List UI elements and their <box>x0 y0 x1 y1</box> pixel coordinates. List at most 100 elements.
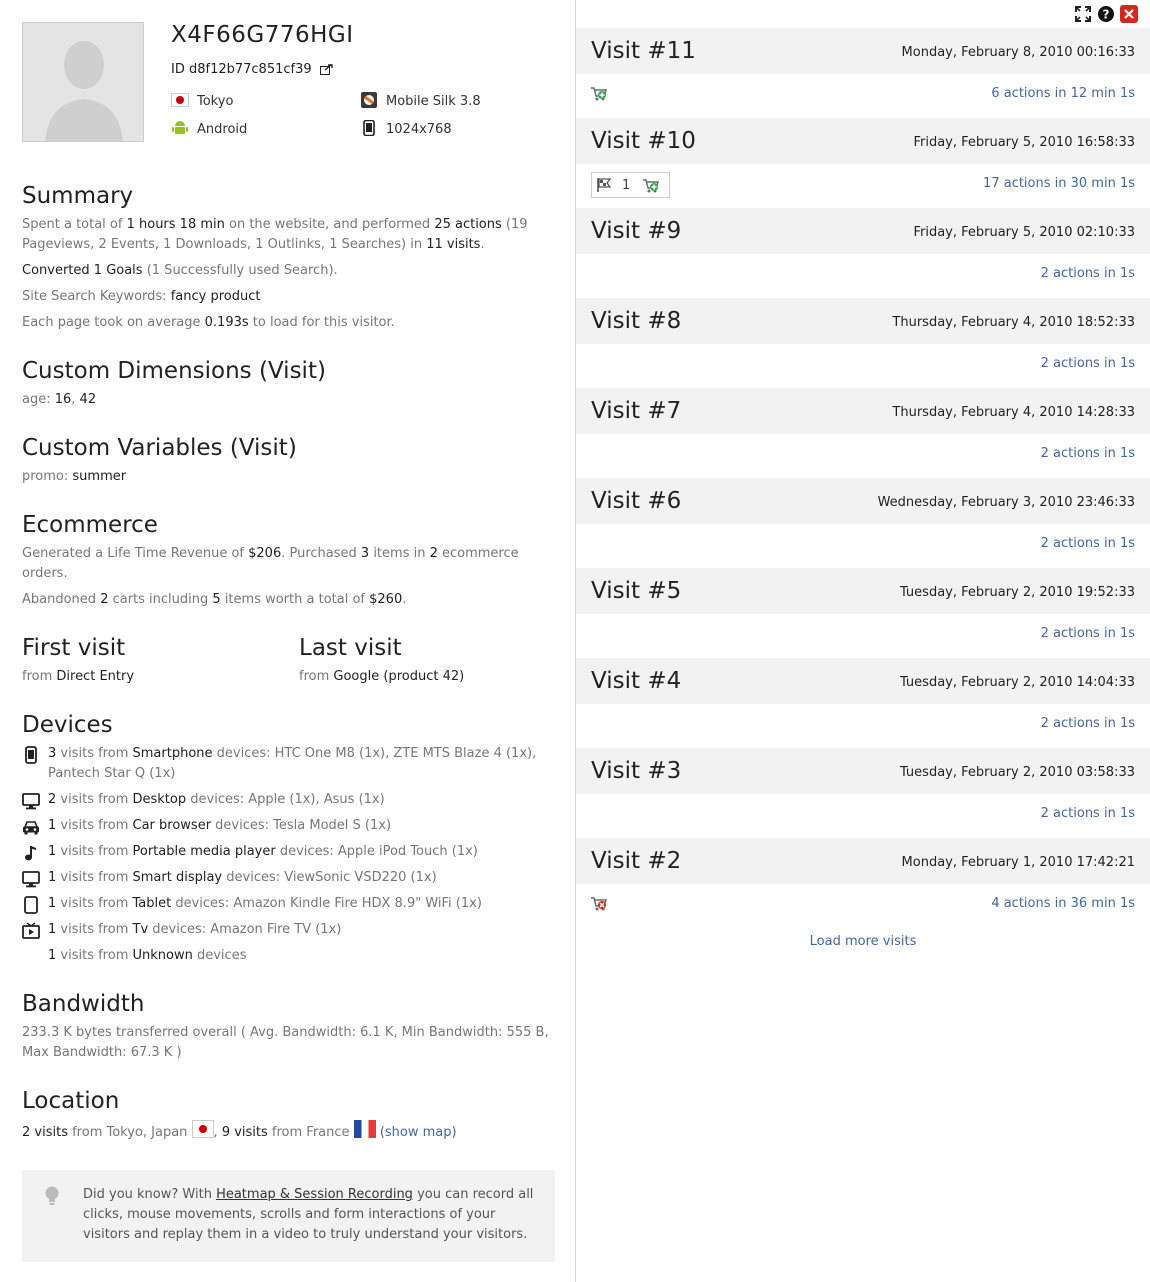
visitor-avatar <box>22 22 144 142</box>
visit-date: Tuesday, February 2, 2010 19:52:33 <box>899 585 1135 600</box>
cart-abandoned-icon <box>590 896 608 916</box>
custom-variable-promo: promo: summer <box>22 469 127 484</box>
visit-actions-link[interactable]: 2 actions in 1s <box>1041 806 1135 821</box>
custom-dimensions-heading: Custom Dimensions (Visit) <box>22 358 326 384</box>
visit-header[interactable]: Visit #8 Thursday, February 4, 2010 18:5… <box>576 298 1150 344</box>
help-icon[interactable]: ? <box>1097 5 1115 23</box>
custom-dimension-age: age: 16, 42 <box>22 392 97 407</box>
visitor-browser-label: Mobile Silk 3.8 <box>386 94 481 109</box>
device-row-car-browser: 1 visits from Car browser devices: Tesla… <box>22 816 557 836</box>
visitor-city: Tokyo <box>171 92 233 110</box>
goal-flag-icon <box>596 177 614 197</box>
heatmap-session-recording-link[interactable]: Heatmap & Session Recording <box>216 1187 413 1202</box>
visit-header[interactable]: Visit #9 Friday, February 5, 2010 02:10:… <box>576 208 1150 254</box>
visit-header[interactable]: Visit #5 Tuesday, February 2, 2010 19:52… <box>576 568 1150 614</box>
location-section: Location 2 visits from Tokyo, Japan , 9 … <box>22 1088 557 1143</box>
visit-summary[interactable]: 2 actions in 1s <box>576 704 1150 748</box>
close-icon[interactable] <box>1120 5 1138 23</box>
tv-icon <box>22 922 40 940</box>
visit-date: Thursday, February 4, 2010 14:28:33 <box>892 405 1135 420</box>
svg-text:?: ? <box>1103 8 1110 22</box>
visitor-id-line: ID d8f12b77c851cf39 <box>171 62 333 79</box>
music-note-icon <box>22 844 40 862</box>
visit-summary[interactable]: 4 actions in 36 min 1s <box>576 884 1150 928</box>
tablet-icon <box>22 896 40 914</box>
location-text: 2 visits from Tokyo, Japan , 9 visits fr… <box>22 1120 557 1143</box>
visit-title: Visit #3 <box>591 758 682 784</box>
visit-actions-link[interactable]: 6 actions in 12 min 1s <box>991 86 1135 101</box>
summary-section: Summary Spent a total of 1 hours 18 min … <box>22 183 557 333</box>
visit-actions-link[interactable]: 2 actions in 1s <box>1041 716 1135 731</box>
visitor-browser: Mobile Silk 3.8 <box>360 92 481 110</box>
visit-date: Monday, February 8, 2010 00:16:33 <box>901 45 1135 60</box>
visit-header[interactable]: Visit #4 Tuesday, February 2, 2010 14:04… <box>576 658 1150 704</box>
visit-date: Friday, February 5, 2010 02:10:33 <box>913 225 1135 240</box>
visit-date: Friday, February 5, 2010 16:58:33 <box>913 135 1135 150</box>
last-visit-heading: Last visit <box>299 635 402 661</box>
visit-header[interactable]: Visit #6 Wednesday, February 3, 2010 23:… <box>576 478 1150 524</box>
visit-summary[interactable]: 2 actions in 1s <box>576 614 1150 658</box>
tip-text: Did you know? With Heatmap & Session Rec… <box>83 1187 534 1242</box>
visit-header[interactable]: Visit #11 Monday, February 8, 2010 00:16… <box>576 28 1150 74</box>
custom-variables-heading: Custom Variables (Visit) <box>22 435 297 461</box>
visitor-city-label: Tokyo <box>197 94 234 109</box>
visit-summary[interactable]: 2 actions in 1s <box>576 524 1150 568</box>
summary-load-time: Each page took on average 0.193s to load… <box>22 315 395 330</box>
visit-title: Visit #8 <box>591 308 682 334</box>
visit-title: Visit #6 <box>591 488 682 514</box>
visit-summary[interactable]: 2 actions in 1s <box>576 794 1150 838</box>
lightbulb-icon <box>44 1186 60 1212</box>
visit-summary[interactable]: 2 actions in 1s <box>576 344 1150 388</box>
visit-actions-link[interactable]: 2 actions in 1s <box>1041 356 1135 371</box>
first-visit-section: First visit from Direct Entry <box>22 635 282 687</box>
car-icon <box>22 818 40 836</box>
visit-actions-link[interactable]: 2 actions in 1s <box>1041 446 1135 461</box>
smartphone-icon <box>22 746 40 764</box>
show-map-link[interactable]: (show map) <box>380 1125 457 1140</box>
location-heading: Location <box>22 1088 120 1114</box>
load-more-visits-link[interactable]: Load more visits <box>576 934 1150 949</box>
desktop-icon <box>22 792 40 810</box>
tablet-icon <box>360 119 378 137</box>
android-icon <box>171 120 189 136</box>
visit-actions-link[interactable]: 2 actions in 1s <box>1041 266 1135 281</box>
visit-header[interactable]: Visit #2 Monday, February 1, 2010 17:42:… <box>576 838 1150 884</box>
visitor-id-label: ID d8f12b77c851cf39 <box>171 62 312 77</box>
visit-actions-link[interactable]: 2 actions in 1s <box>1041 626 1135 641</box>
visit-title: Visit #10 <box>591 128 696 154</box>
last-visit-section: Last visit from Google (product 42) <box>299 635 557 687</box>
did-you-know-tip: Did you know? With Heatmap & Session Rec… <box>22 1170 555 1262</box>
visit-date: Monday, February 1, 2010 17:42:21 <box>901 855 1135 870</box>
visitor-os-label: Android <box>197 122 248 137</box>
visitor-id-title: X4F66G776HGI <box>171 22 354 48</box>
goal-count: 1 <box>622 178 631 193</box>
visit-actions-link[interactable]: 2 actions in 1s <box>1041 536 1135 551</box>
summary-goals: Converted 1 Goals (1 Successfully used S… <box>22 263 338 278</box>
visit-summary[interactable]: 6 actions in 12 min 1s <box>576 74 1150 118</box>
visit-title: Visit #2 <box>591 848 682 874</box>
external-link-icon[interactable] <box>319 64 333 79</box>
visit-summary[interactable]: 2 actions in 1s <box>576 254 1150 298</box>
visit-summary[interactable]: 1 17 actions in 30 min 1s <box>576 164 1150 208</box>
fullscreen-icon[interactable] <box>1074 5 1092 23</box>
visitor-profile-left-panel: X4F66G776HGI ID d8f12b77c851cf39 Tokyo M… <box>0 0 576 1282</box>
bandwidth-text: 233.3 K bytes transferred overall ( Avg.… <box>22 1025 549 1060</box>
visit-actions-link[interactable]: 17 actions in 30 min 1s <box>983 176 1135 191</box>
visit-header[interactable]: Visit #3 Tuesday, February 2, 2010 03:58… <box>576 748 1150 794</box>
visit-header[interactable]: Visit #10 Friday, February 5, 2010 16:58… <box>576 118 1150 164</box>
visit-title: Visit #4 <box>591 668 682 694</box>
visit-date: Thursday, February 4, 2010 18:52:33 <box>892 315 1135 330</box>
bandwidth-heading: Bandwidth <box>22 991 145 1017</box>
visit-header[interactable]: Visit #7 Thursday, February 4, 2010 14:2… <box>576 388 1150 434</box>
smart-display-icon <box>22 870 40 888</box>
visit-actions-link[interactable]: 4 actions in 36 min 1s <box>991 896 1135 911</box>
device-row-desktop: 2 visits from Desktop devices: Apple (1x… <box>22 790 557 810</box>
device-row-unknown: 1 visits from Unknown devices <box>48 948 247 963</box>
visit-date: Tuesday, February 2, 2010 14:04:33 <box>899 675 1135 690</box>
first-visit-source: from Direct Entry <box>22 669 135 684</box>
visit-summary[interactable]: 2 actions in 1s <box>576 434 1150 478</box>
first-visit-heading: First visit <box>22 635 126 661</box>
devices-section: Devices 3 visits from Smartphone devices… <box>22 712 557 966</box>
visit-date: Wednesday, February 3, 2010 23:46:33 <box>877 495 1135 510</box>
device-row-smartphone: 3 visits from Smartphone devices: HTC On… <box>22 744 557 784</box>
